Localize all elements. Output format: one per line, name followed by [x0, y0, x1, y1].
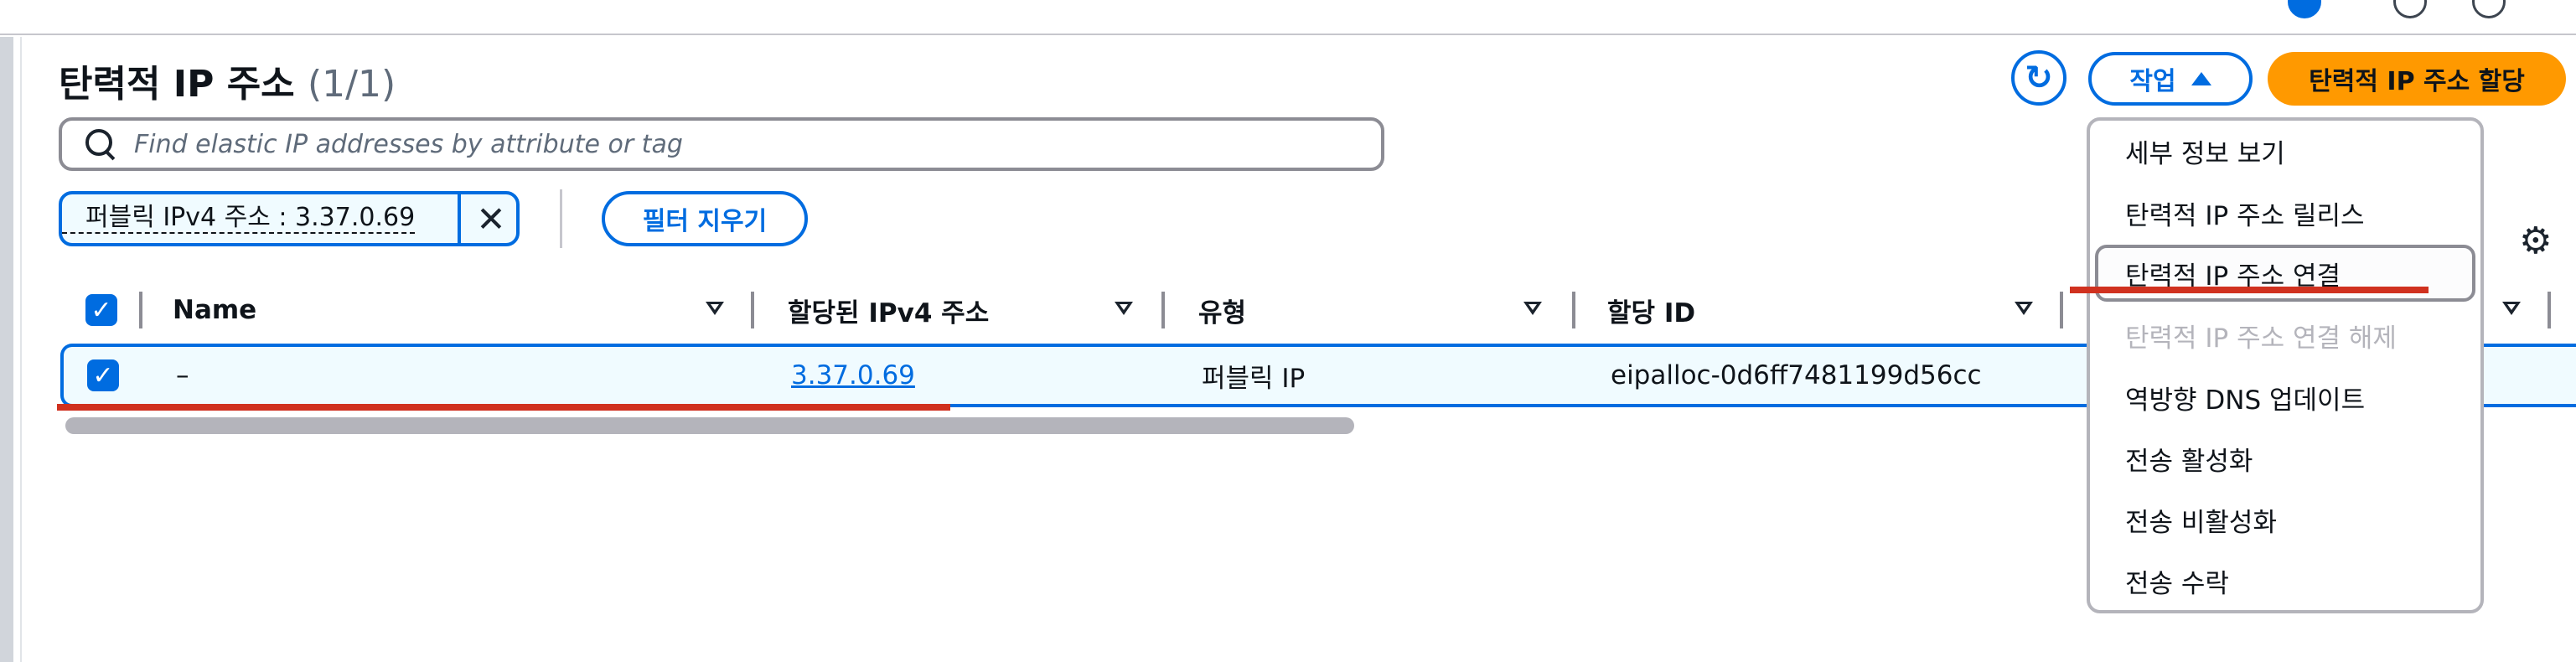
- refresh-icon: ↻: [2025, 59, 2053, 97]
- refresh-button[interactable]: ↻: [2011, 50, 2066, 106]
- annotation-underline-menu: [2070, 287, 2429, 293]
- filter-divider: [560, 189, 562, 248]
- row-checkbox[interactable]: ✓: [87, 347, 119, 404]
- sort-icon[interactable]: [1523, 302, 1542, 315]
- menu-item-release[interactable]: 탄력적 IP 주소 릴리스: [2095, 184, 2475, 241]
- close-icon[interactable]: ✕: [468, 194, 515, 243]
- sort-icon[interactable]: [706, 302, 724, 315]
- search-placeholder: Find elastic IP addresses by attribute o…: [134, 129, 683, 159]
- column-divider: [1161, 292, 1165, 328]
- clear-filters-button[interactable]: 필터 지우기: [602, 191, 808, 246]
- column-divider: [751, 292, 754, 328]
- page-title-text: 탄력적 IP 주소: [59, 63, 295, 106]
- actions-dropdown-button[interactable]: 작업: [2088, 52, 2253, 106]
- filter-token-divider: [458, 194, 461, 243]
- column-divider: [2548, 292, 2551, 328]
- sort-icon[interactable]: [2015, 302, 2033, 315]
- ipv4-link[interactable]: 3.37.0.69: [791, 360, 915, 390]
- filter-token-label[interactable]: 퍼블릭 IPv4 주소 : 3.37.0.69: [62, 204, 416, 234]
- page-title: 탄력적 IP 주소 (1/1): [59, 54, 396, 107]
- search-input[interactable]: Find elastic IP addresses by attribute o…: [59, 117, 1384, 171]
- menu-item-update-reverse-dns[interactable]: 역방향 DNS 업데이트: [2095, 369, 2475, 426]
- cell-type: 퍼블릭 IP: [1202, 363, 1306, 394]
- sort-icon[interactable]: [1115, 302, 1133, 315]
- selected-count: (1/1): [307, 63, 396, 106]
- column-divider: [139, 292, 142, 328]
- sort-icon[interactable]: [2502, 302, 2521, 315]
- annotation-underline-row: [57, 404, 950, 411]
- actions-label: 작업: [2129, 67, 2176, 96]
- check-icon: ✓: [87, 359, 119, 391]
- horizontal-scrollbar[interactable]: [65, 417, 1354, 434]
- menu-item-disable-transfer[interactable]: 전송 비활성화: [2095, 491, 2475, 548]
- caret-up-icon: [2191, 72, 2211, 85]
- left-scrollbar[interactable]: [0, 37, 13, 662]
- column-header-allocation-id[interactable]: 할당 ID: [1607, 285, 1695, 335]
- filter-token[interactable]: 퍼블릭 IPv4 주소 : 3.37.0.69 ✕: [59, 191, 520, 246]
- help-icon[interactable]: [2472, 0, 2506, 18]
- column-divider: [1572, 292, 1575, 328]
- top-bar: [0, 0, 2576, 35]
- column-header-name[interactable]: Name: [173, 285, 256, 335]
- column-header-ipv4[interactable]: 할당된 IPv4 주소: [788, 285, 989, 335]
- menu-item-disassociate: 탄력적 IP 주소 연결 해제: [2125, 323, 2397, 354]
- cell-name: –: [176, 360, 189, 390]
- cell-allocation-id: eipalloc-0d6ff7481199d56cc: [1611, 360, 1982, 390]
- menu-item-view-details[interactable]: 세부 정보 보기: [2095, 122, 2475, 179]
- gear-icon[interactable]: ⚙: [2519, 220, 2552, 262]
- select-all-checkbox[interactable]: ✓: [85, 285, 117, 335]
- search-icon: [84, 127, 117, 161]
- panel-divider: [20, 37, 22, 662]
- actions-menu: 세부 정보 보기 탄력적 IP 주소 릴리스 탄력적 IP 주소 연결 탄력적 …: [2087, 117, 2484, 613]
- menu-item-enable-transfer[interactable]: 전송 활성화: [2095, 430, 2475, 487]
- allocate-elastic-ip-button[interactable]: 탄력적 IP 주소 할당: [2268, 52, 2566, 106]
- column-header-type[interactable]: 유형: [1198, 285, 1246, 335]
- check-icon: ✓: [85, 294, 117, 326]
- notifications-icon[interactable]: [2393, 0, 2427, 18]
- cell-ipv4: 3.37.0.69: [791, 347, 915, 404]
- cloudshell-icon[interactable]: [2288, 0, 2321, 18]
- menu-item-accept-transfer[interactable]: 전송 수락: [2095, 552, 2475, 609]
- column-divider: [2060, 292, 2063, 328]
